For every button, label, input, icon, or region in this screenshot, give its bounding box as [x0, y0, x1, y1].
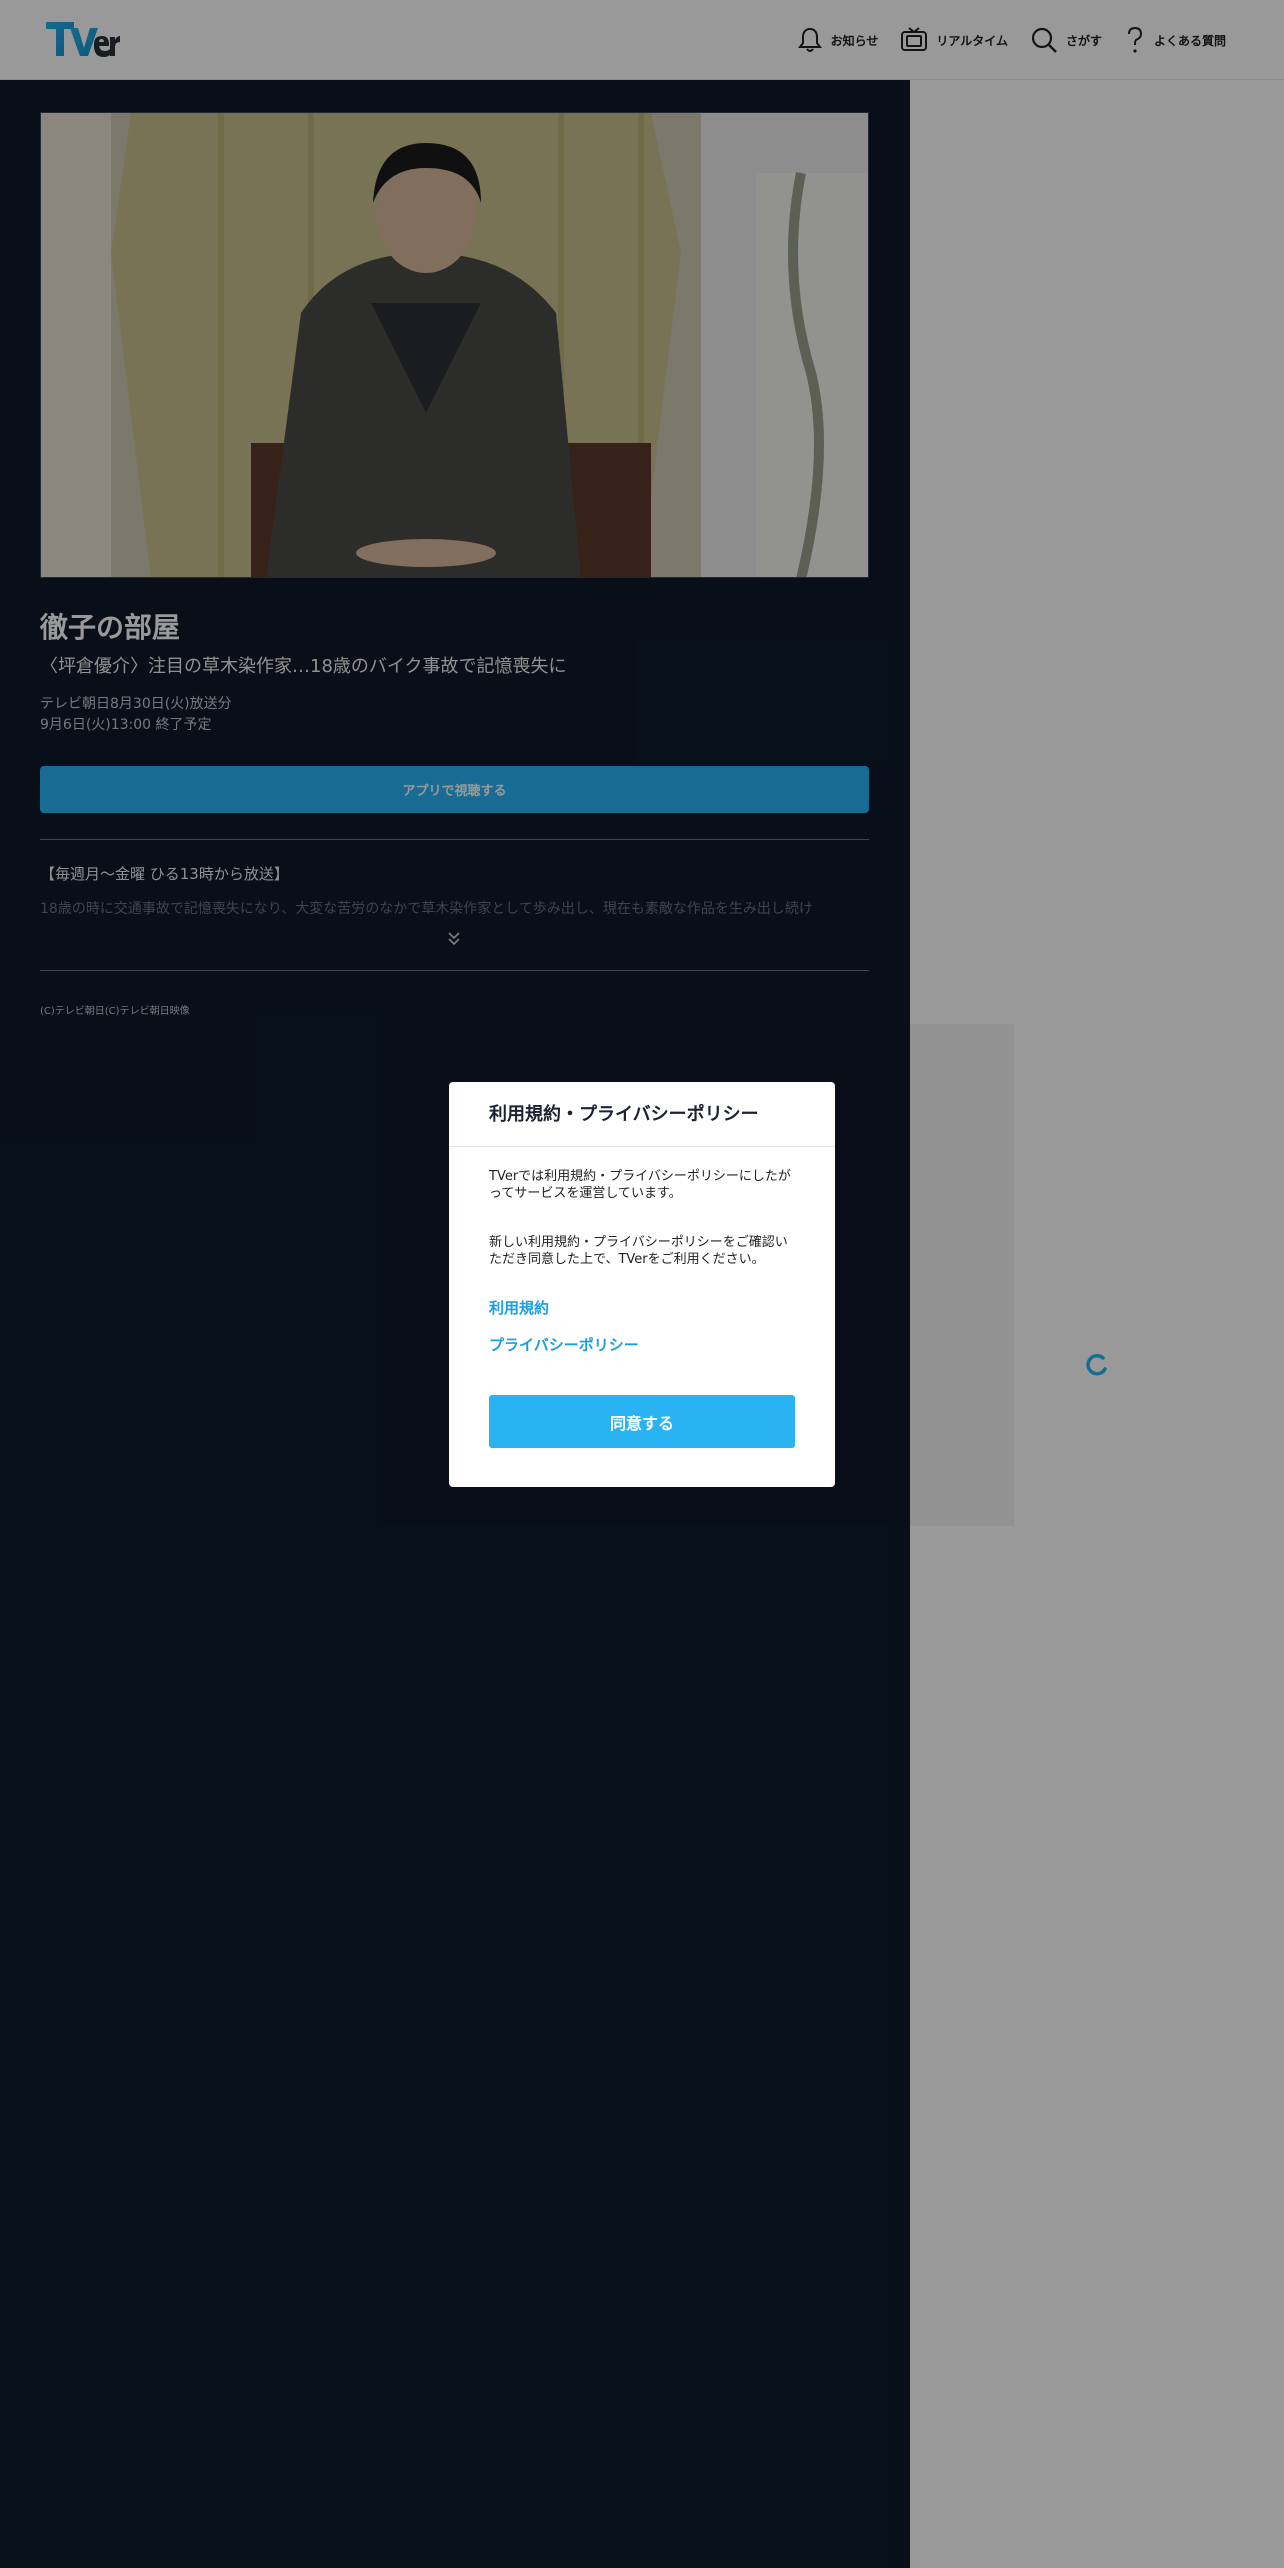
modal-text-1: TVerでは利用規約・プライバシーポリシーにしたがってサービスを運営しています。: [489, 1169, 791, 1201]
modal-divider: [449, 1146, 835, 1147]
modal-text-2: 新しい利用規約・プライバシーポリシーをご確認いただき同意した上で、TVerをご利…: [489, 1235, 788, 1267]
terms-modal: 利用規約・プライバシーポリシー TVerでは利用規約・プライバシーポリシーにした…: [449, 1082, 835, 1487]
agree-button[interactable]: 同意する: [489, 1395, 795, 1448]
terms-link[interactable]: 利用規約: [489, 1297, 549, 1318]
privacy-policy-link[interactable]: プライバシーポリシー: [489, 1334, 639, 1355]
modal-title: 利用規約・プライバシーポリシー: [489, 1104, 759, 1125]
modal-overlay: 利用規約・プライバシーポリシー TVerでは利用規約・プライバシーポリシーにした…: [0, 0, 1284, 2568]
